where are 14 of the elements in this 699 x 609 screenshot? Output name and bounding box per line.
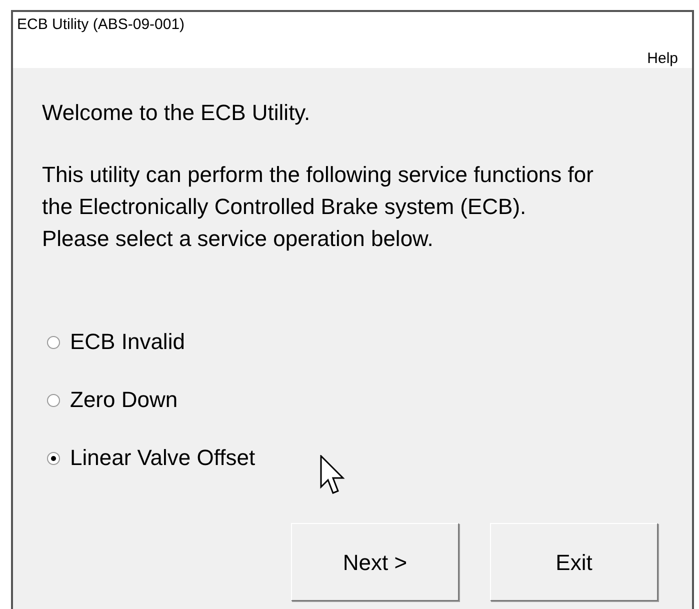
window-title: ECB Utility (ABS-09-001) bbox=[17, 17, 185, 32]
next-button[interactable]: Next > bbox=[291, 523, 459, 601]
radio-button[interactable] bbox=[47, 452, 60, 464]
option-label[interactable]: ECB Invalid bbox=[70, 326, 185, 358]
option-label[interactable]: Linear Valve Offset bbox=[70, 442, 256, 474]
cursor-icon bbox=[320, 455, 345, 497]
radio-button[interactable] bbox=[47, 394, 60, 406]
exit-button[interactable]: Exit bbox=[490, 523, 658, 601]
welcome-text: Welcome to the ECB Utility. bbox=[42, 99, 310, 127]
option-label[interactable]: Zero Down bbox=[70, 384, 178, 416]
description-text: This utility can perform the following service functions for the Electronically Controlled Brake system (ECB). bbox=[42, 161, 594, 221]
description-text: Please select a service operation below. bbox=[42, 225, 434, 253]
radio-button[interactable] bbox=[47, 336, 60, 348]
menu-item[interactable]: Help bbox=[647, 51, 678, 66]
